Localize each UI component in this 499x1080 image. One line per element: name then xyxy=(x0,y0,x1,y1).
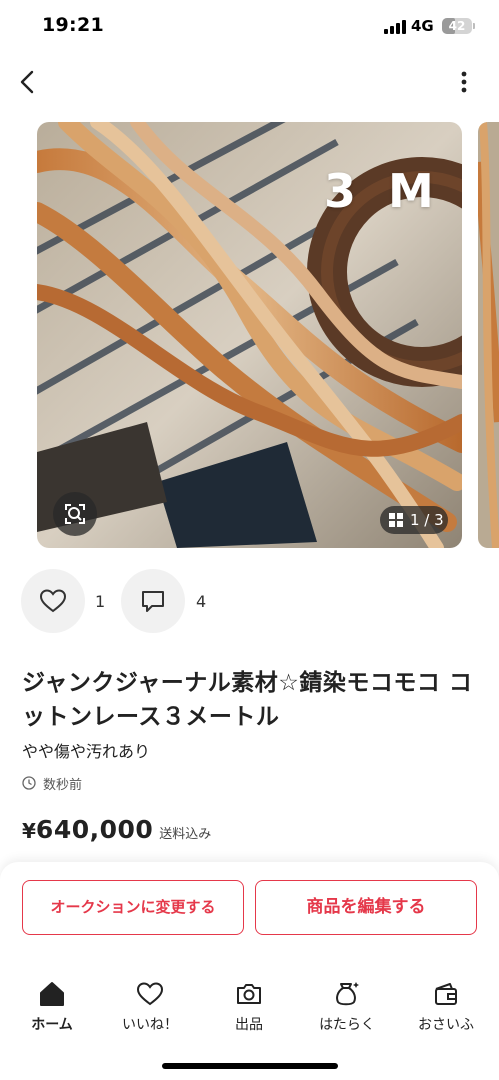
tab-likes[interactable]: いいね！ xyxy=(108,980,192,1034)
more-vertical-icon xyxy=(461,71,467,93)
network-type: 4G xyxy=(411,17,434,35)
edit-item-button[interactable]: 商品を編集する xyxy=(255,880,477,935)
image-counter: 1 / 3 xyxy=(380,506,448,534)
price-value: 640,000 xyxy=(35,815,154,844)
tab-home-label: ホーム xyxy=(31,1017,73,1033)
money-bag-icon xyxy=(336,982,359,1006)
heart-icon xyxy=(136,982,164,1006)
comment-count: 4 xyxy=(196,592,207,611)
wallet-icon xyxy=(435,983,457,1005)
back-button[interactable] xyxy=(10,64,46,100)
image-counter-text: 1 / 3 xyxy=(410,511,444,529)
tab-work-label: はたらく xyxy=(319,1017,375,1033)
price-currency: ¥ xyxy=(22,819,36,843)
home-indicator[interactable] xyxy=(162,1063,338,1069)
heart-icon xyxy=(39,589,67,613)
clock-icon xyxy=(22,776,36,790)
tab-sell-label: 出品 xyxy=(235,1017,263,1033)
battery-percent: 42 xyxy=(448,19,466,33)
camera-icon xyxy=(237,984,261,1004)
status-time: 19:21 xyxy=(42,14,104,36)
shipping-note: 送料込み xyxy=(159,827,212,842)
comment-button[interactable] xyxy=(121,569,185,633)
item-condition: やや傷や汚れあり xyxy=(22,742,151,761)
zoom-button[interactable] xyxy=(53,492,97,536)
home-icon xyxy=(40,982,64,1006)
tab-likes-label: いいね！ xyxy=(122,1017,178,1033)
image-overlay-label: 3 M xyxy=(324,164,442,218)
listed-time-text: 数秒前 xyxy=(43,778,83,793)
item-title: ジャンクジャーナル素材☆錆染モコモコ コットンレース３メートル xyxy=(22,670,473,730)
price: ¥640,000 送料込み xyxy=(22,815,211,849)
comment-icon xyxy=(142,591,164,612)
tab-work[interactable]: はたらく xyxy=(305,980,389,1034)
status-bar: 19:21 4G 42 xyxy=(0,0,499,54)
next-image-peek[interactable] xyxy=(478,122,499,548)
next-image-thumbnail xyxy=(478,122,499,548)
more-options-button[interactable] xyxy=(448,64,480,100)
battery-cap xyxy=(473,23,475,29)
grid-icon xyxy=(389,513,403,527)
chevron-left-icon xyxy=(20,70,34,94)
tab-wallet-label: おさいふ xyxy=(418,1017,474,1033)
tab-home[interactable]: ホーム xyxy=(10,980,94,1034)
like-count: 1 xyxy=(95,592,106,611)
battery-icon: 42 xyxy=(442,18,472,34)
like-button[interactable] xyxy=(21,569,85,633)
tab-sell[interactable]: 出品 xyxy=(207,980,291,1034)
tab-wallet[interactable]: おさいふ xyxy=(404,980,488,1034)
change-to-auction-button[interactable]: オークションに変更する xyxy=(22,880,244,935)
signal-icon xyxy=(384,20,406,34)
zoom-scan-icon xyxy=(65,504,85,524)
